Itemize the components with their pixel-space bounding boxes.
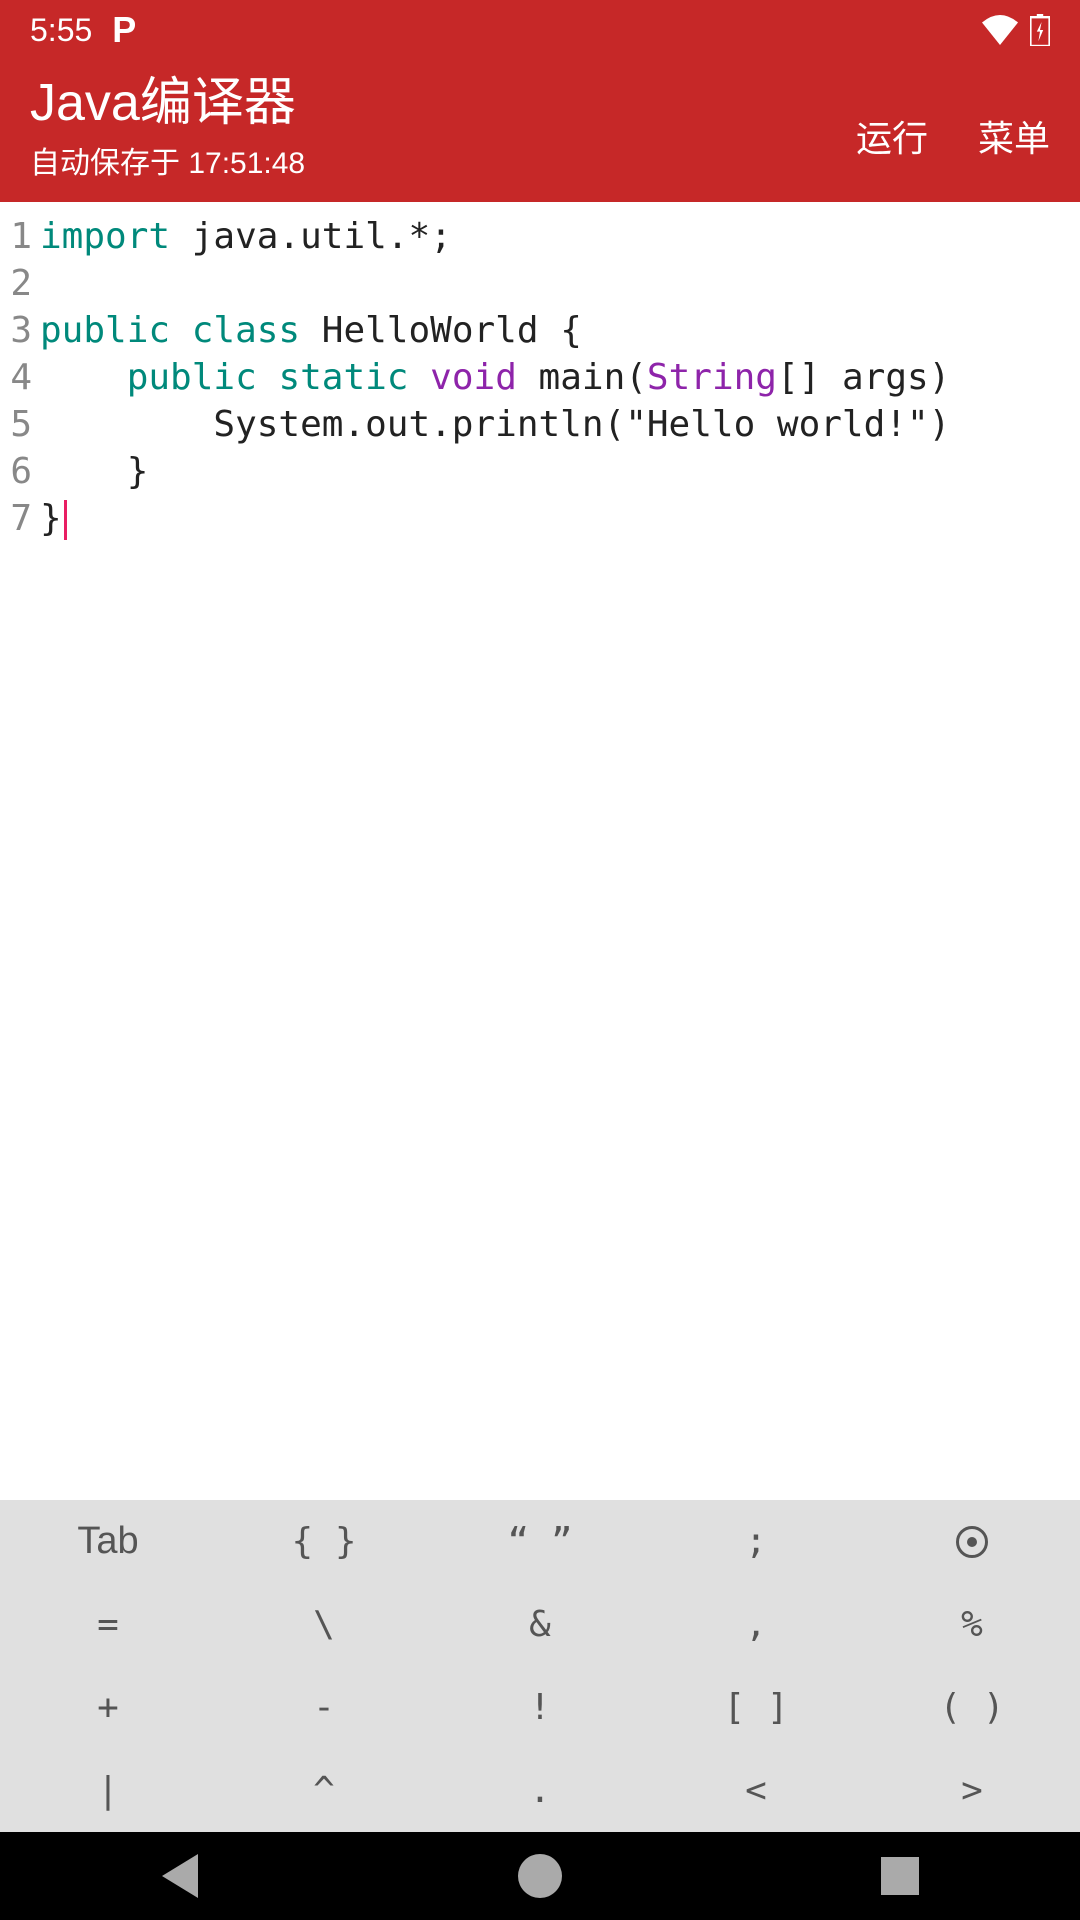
app-bar: Java编译器 自动保存于 17:51:48 运行 菜单 (0, 60, 1080, 202)
status-left: 5:55 P (30, 9, 136, 51)
quotes-key[interactable]: “ ” (432, 1500, 648, 1583)
menu-button[interactable]: 菜单 (978, 110, 1050, 162)
code-line[interactable]: public class HelloWorld { (40, 308, 1080, 355)
tab-key[interactable]: Tab (0, 1500, 216, 1583)
line-number: 6 (0, 449, 32, 496)
recent-icon (881, 1857, 919, 1895)
parens-key[interactable]: ( ) (864, 1666, 1080, 1749)
autosave-status: 自动保存于 17:51:48 (30, 138, 305, 182)
navigation-bar (0, 1832, 1080, 1920)
line-number: 4 (0, 355, 32, 402)
code-line[interactable]: import java.util.*; (40, 214, 1080, 261)
recent-button[interactable] (800, 1832, 1000, 1920)
back-button[interactable] (80, 1832, 280, 1920)
back-icon (162, 1854, 198, 1898)
dot-key[interactable]: . (432, 1749, 648, 1832)
target-icon (956, 1526, 988, 1558)
percent-key[interactable]: % (864, 1583, 1080, 1666)
symbol-toolbar: Tab{ }“ ”; =\&,% +-![ ]( ) |^.<> (0, 1500, 1080, 1832)
brackets-key[interactable]: [ ] (648, 1666, 864, 1749)
run-button[interactable]: 运行 (856, 110, 928, 162)
line-number: 1 (0, 214, 32, 261)
exclaim-key[interactable]: ! (432, 1666, 648, 1749)
greater-key[interactable]: > (864, 1749, 1080, 1832)
app-indicator-icon: P (112, 9, 136, 51)
code-line[interactable] (40, 261, 1080, 308)
wifi-icon (982, 15, 1018, 45)
target-key[interactable] (864, 1500, 1080, 1583)
line-number: 5 (0, 402, 32, 449)
braces-key[interactable]: { } (216, 1500, 432, 1583)
code-line[interactable]: } (40, 449, 1080, 496)
home-icon (518, 1854, 562, 1898)
semicolon-key[interactable]: ; (648, 1500, 864, 1583)
status-bar: 5:55 P (0, 0, 1080, 60)
ampersand-key[interactable]: & (432, 1583, 648, 1666)
battery-charging-icon (1030, 14, 1050, 46)
status-right (982, 14, 1050, 46)
home-button[interactable] (440, 1832, 640, 1920)
backslash-key[interactable]: \ (216, 1583, 432, 1666)
line-number: 3 (0, 308, 32, 355)
code-content[interactable]: import java.util.*; public class HelloWor… (40, 214, 1080, 1500)
code-line[interactable]: } (40, 496, 1080, 543)
line-number: 2 (0, 261, 32, 308)
status-time: 5:55 (30, 12, 92, 49)
pipe-key[interactable]: | (0, 1749, 216, 1832)
app-title: Java编译器 (30, 72, 305, 134)
line-gutter: 1234567 (0, 214, 40, 1500)
code-editor[interactable]: 1234567 import java.util.*; public class … (0, 202, 1080, 1500)
minus-key[interactable]: - (216, 1666, 432, 1749)
less-key[interactable]: < (648, 1749, 864, 1832)
comma-key[interactable]: , (648, 1583, 864, 1666)
app-actions: 运行 菜单 (856, 110, 1050, 162)
text-cursor (64, 500, 67, 540)
line-number: 7 (0, 496, 32, 543)
caret-key[interactable]: ^ (216, 1749, 432, 1832)
plus-key[interactable]: + (0, 1666, 216, 1749)
code-line[interactable]: public static void main(String[] args) (40, 355, 1080, 402)
code-line[interactable]: System.out.println("Hello world!") (40, 402, 1080, 449)
app-title-block: Java编译器 自动保存于 17:51:48 (30, 72, 305, 182)
equals-key[interactable]: = (0, 1583, 216, 1666)
